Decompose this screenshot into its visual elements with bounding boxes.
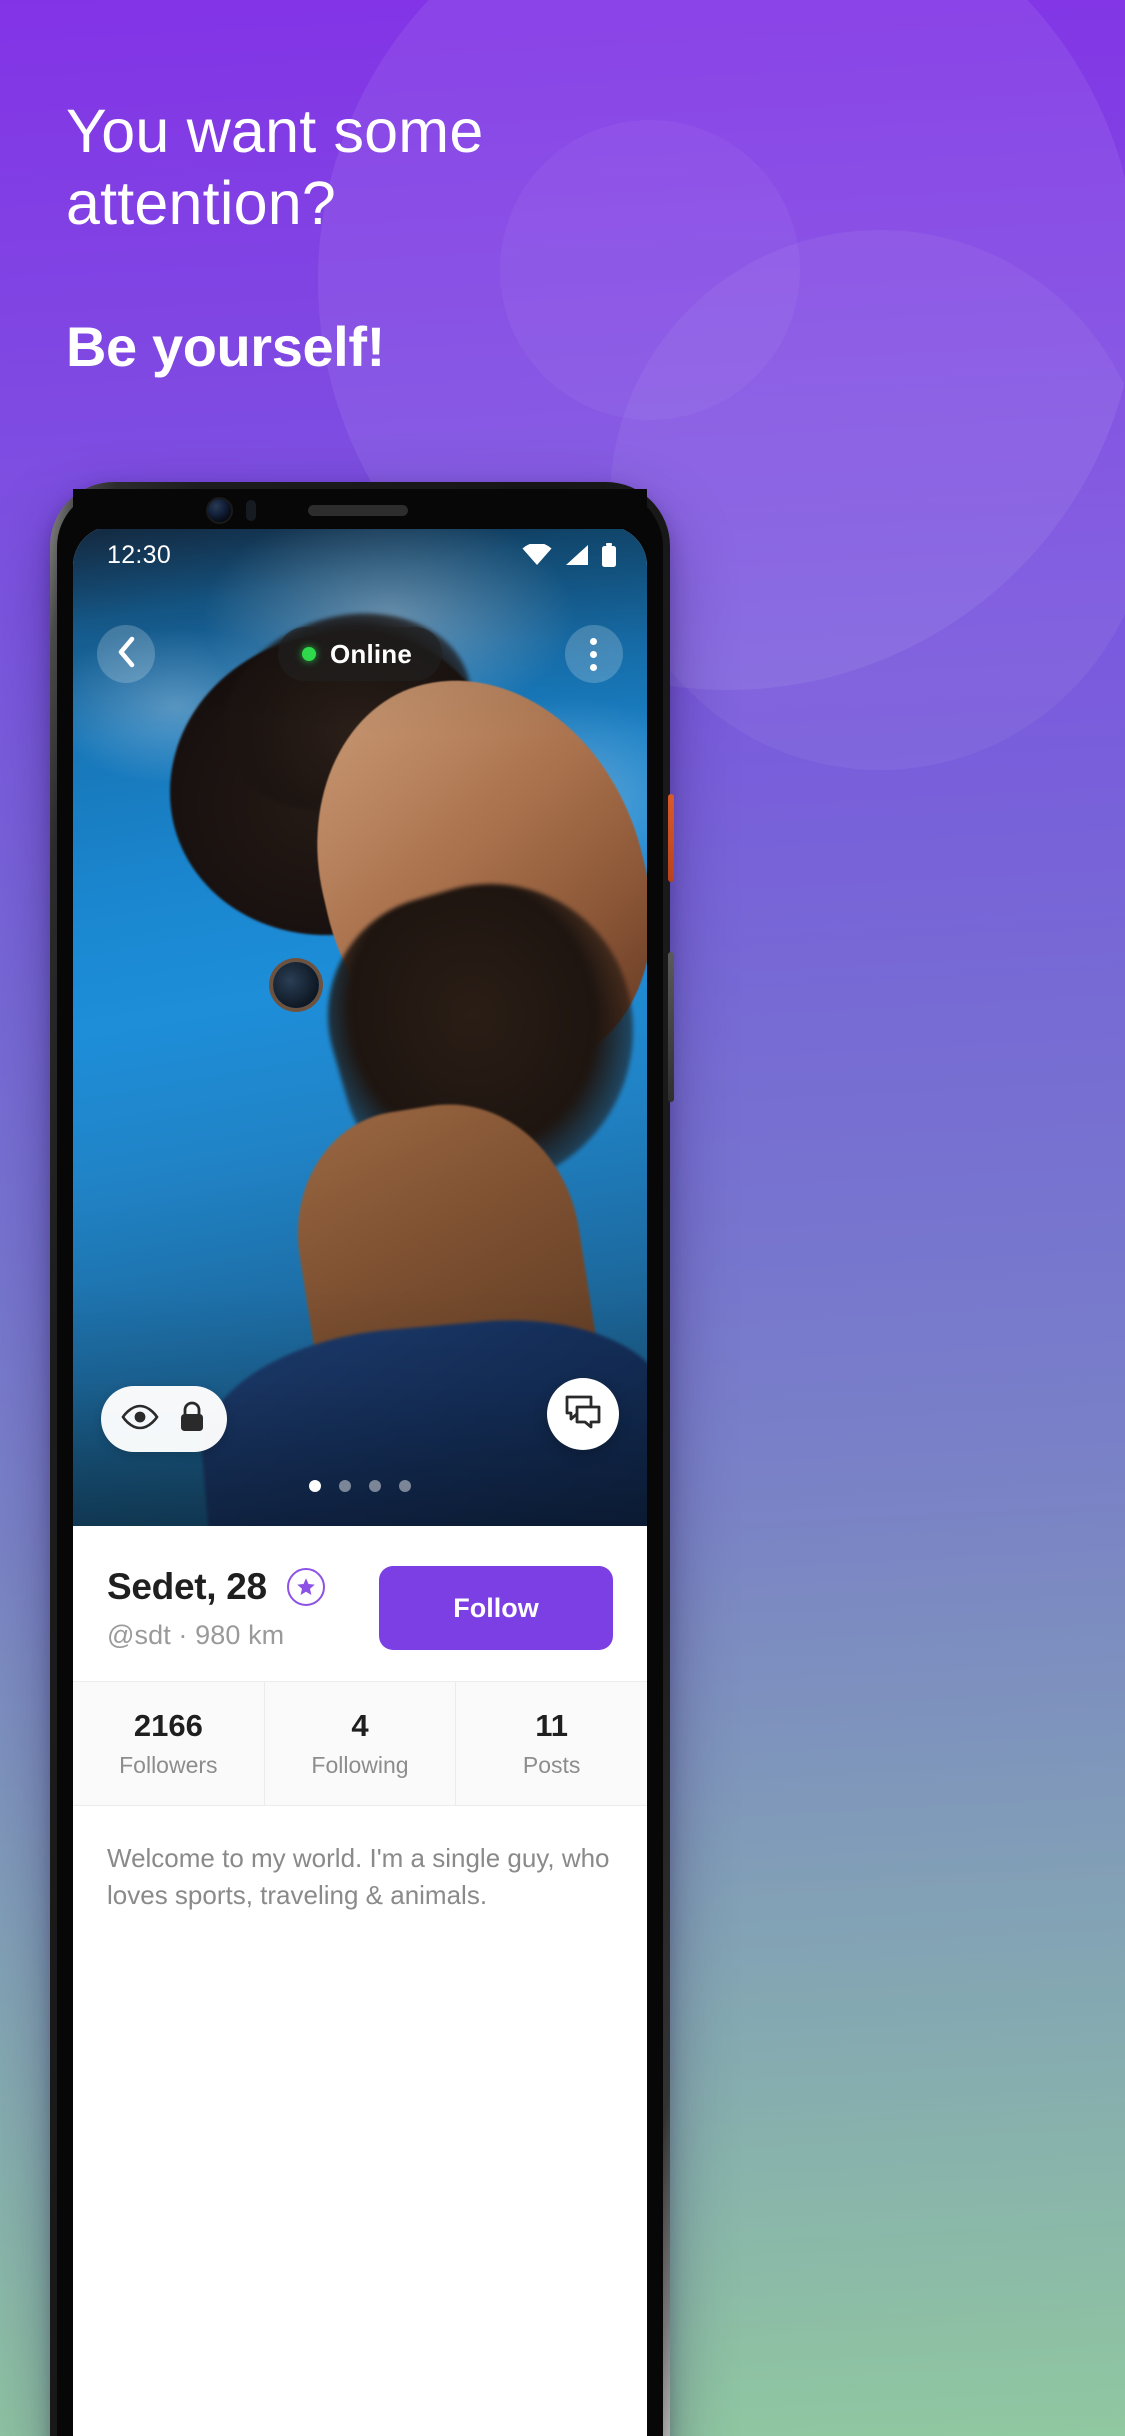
stat-label: Posts: [522, 1752, 581, 1778]
online-status-badge: Online: [277, 627, 443, 681]
stat-followers[interactable]: 2166 Followers: [73, 1682, 264, 1805]
earpiece-speaker: [308, 505, 408, 516]
proximity-sensor-icon: [246, 500, 256, 521]
status-bar: 12:30: [73, 526, 647, 584]
lock-icon[interactable]: [177, 1400, 207, 1439]
back-button[interactable]: [97, 625, 155, 683]
pagination-dot[interactable]: [309, 1480, 321, 1492]
promo-headline-light: You want some attention?: [66, 97, 484, 237]
status-bar-clock: 12:30: [107, 540, 172, 569]
promo-headline-block: You want some attention? Be yourself!: [66, 96, 686, 379]
chat-bubbles-icon: [564, 1394, 602, 1435]
profile-header-row: Sedet, 28 @sdt · 980 km Follow: [73, 1526, 647, 1681]
status-bar-icons: [522, 543, 617, 567]
photo-bottom-controls: [73, 1346, 647, 1526]
profile-bio: Welcome to my world. I'm a single guy, w…: [107, 1843, 610, 1910]
stat-label: Followers: [119, 1752, 218, 1778]
more-options-button[interactable]: [564, 625, 623, 683]
profile-identity: Sedet, 28 @sdt · 980 km: [107, 1562, 325, 1651]
follow-button[interactable]: Follow: [379, 1566, 613, 1650]
stat-value: 2166: [133, 1708, 203, 1743]
promo-headline-bold: Be yourself!: [66, 314, 385, 378]
phone-power-button[interactable]: [668, 794, 674, 882]
profile-photo[interactable]: 12:30 Online: [73, 526, 647, 1526]
stat-following[interactable]: 4 Following: [263, 1682, 456, 1805]
signal-icon: [563, 544, 590, 566]
more-options-icon: [590, 637, 598, 671]
eye-icon[interactable]: [121, 1404, 159, 1435]
phone-screen: 12:30 Online Sedet, 28 @sdt · 980 km Fol…: [73, 526, 647, 2436]
stat-label: Following: [311, 1752, 409, 1778]
chat-button[interactable]: [547, 1378, 619, 1450]
profile-info-sheet: Sedet, 28 @sdt · 980 km Follow 2166 Foll…: [73, 1526, 647, 2436]
stat-posts[interactable]: 11 Posts: [455, 1682, 647, 1805]
back-arrow-icon: [116, 636, 136, 673]
wifi-icon: [522, 544, 552, 566]
photo-visibility-pill: [101, 1386, 227, 1452]
phone-mockup: 12:30 Online Sedet, 28 @sdt · 980 km Fol…: [50, 482, 674, 2436]
pagination-dot[interactable]: [369, 1480, 381, 1492]
online-status-label: Online: [329, 638, 413, 669]
phone-volume-button[interactable]: [668, 952, 674, 1102]
front-camera-icon: [208, 499, 231, 522]
stat-value: 11: [535, 1708, 569, 1743]
profile-handle-distance: @sdt · 980 km: [107, 1620, 285, 1650]
stat-value: 4: [351, 1708, 369, 1743]
pagination-dot[interactable]: [399, 1480, 411, 1492]
profile-name: Sedet, 28: [107, 1566, 267, 1607]
profile-name-line: Sedet, 28: [107, 1566, 325, 1608]
profile-top-nav: Online: [73, 618, 647, 690]
profile-stats-row: 2166 Followers 4 Following 11 Posts: [73, 1681, 647, 1806]
online-dot-icon: [301, 647, 316, 661]
pagination-dot[interactable]: [339, 1480, 351, 1492]
photo-pagination-dots[interactable]: [73, 1480, 647, 1492]
battery-icon: [601, 543, 617, 567]
star-badge-icon[interactable]: [286, 1568, 325, 1606]
photo-ear-plug: [268, 957, 324, 1013]
